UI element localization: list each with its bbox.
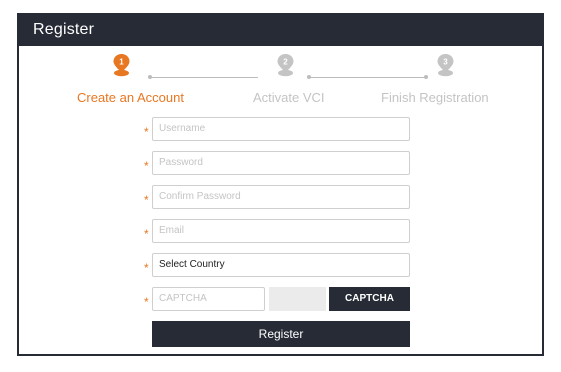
required-marker: * xyxy=(144,227,149,241)
step-connector-line xyxy=(150,77,258,78)
required-marker: * xyxy=(144,261,149,275)
register-dialog: Register 1 2 3 Create an Account Activat… xyxy=(17,13,544,356)
required-marker: * xyxy=(144,295,149,309)
step-1-pin-icon: 1 xyxy=(113,54,130,77)
password-field[interactable]: Password xyxy=(152,151,410,175)
step-2-number: 2 xyxy=(283,58,288,67)
step-2-pin-icon: 2 xyxy=(277,54,294,77)
username-field[interactable]: Username xyxy=(152,117,410,141)
email-field[interactable]: Email xyxy=(152,219,410,243)
step-1-number: 1 xyxy=(119,58,124,67)
step-2-label: Activate VCI xyxy=(253,90,325,105)
register-button[interactable]: Register xyxy=(152,321,410,347)
country-select[interactable]: Select Country xyxy=(152,253,410,277)
required-marker: * xyxy=(144,125,149,139)
title-bar: Register xyxy=(19,15,542,46)
confirm-password-field[interactable]: Confirm Password xyxy=(152,185,410,209)
step-connector-line xyxy=(309,77,425,78)
captcha-input[interactable]: CAPTCHA xyxy=(152,287,265,311)
step-connector-dot xyxy=(424,75,428,79)
captcha-button[interactable]: CAPTCHA xyxy=(329,287,410,311)
required-marker: * xyxy=(144,159,149,173)
required-marker: * xyxy=(144,193,149,207)
dialog-title: Register xyxy=(33,21,95,38)
step-3-pin-icon: 3 xyxy=(437,54,454,77)
step-3-label: Finish Registration xyxy=(381,90,489,105)
step-3-number: 3 xyxy=(443,58,448,67)
step-1-label: Create an Account xyxy=(77,90,184,105)
captcha-image xyxy=(269,287,326,311)
